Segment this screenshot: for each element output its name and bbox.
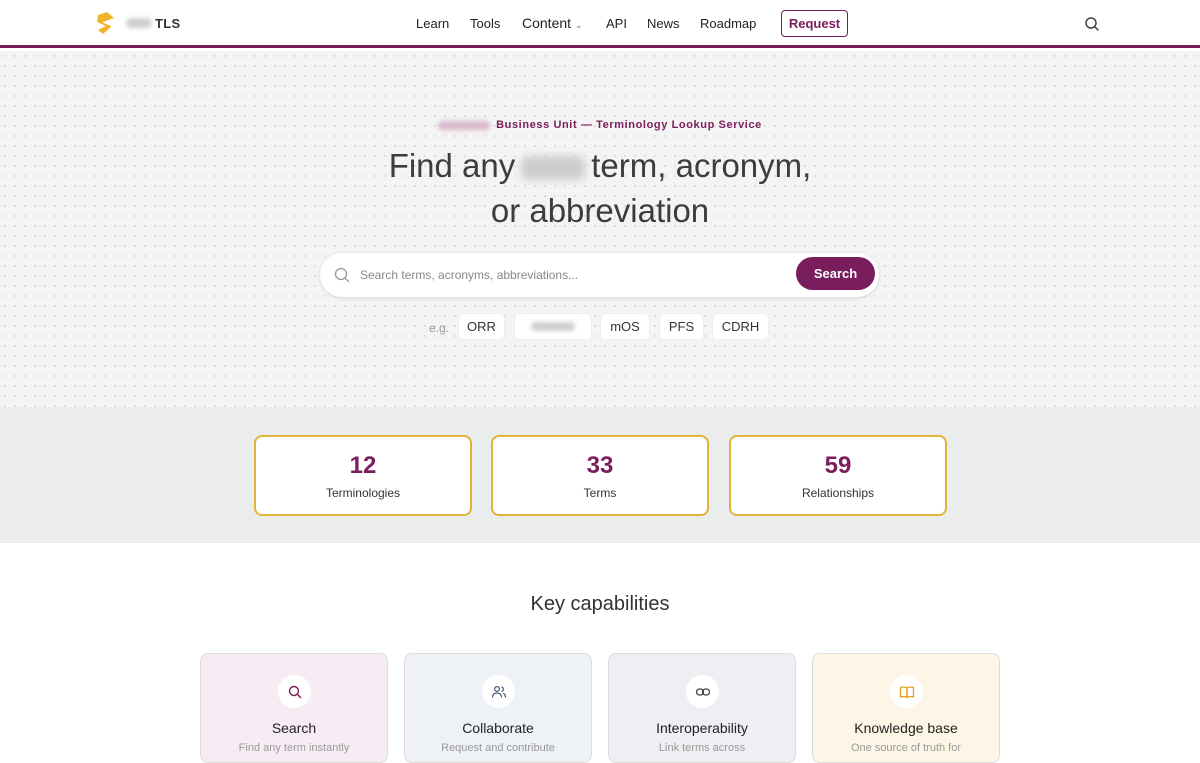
capability-card-search[interactable]: Search Find any term instantly [200, 653, 388, 763]
example-chip-pfs[interactable]: PFS [659, 313, 704, 340]
search-button[interactable]: Search [796, 257, 875, 290]
search-bar: Search terms, acronyms, abbreviations...… [320, 253, 879, 297]
capability-card-collaborate[interactable]: Collaborate Request and contribute [404, 653, 592, 763]
stat-value: 12 [349, 452, 377, 479]
stat-value: 33 [586, 452, 614, 479]
stat-value: 59 [824, 452, 852, 479]
stat-card-terminologies: 12 Terminologies [254, 435, 472, 516]
card-title: Interoperability [656, 720, 748, 736]
book-icon [899, 685, 914, 698]
card-subtitle: One source of truth for [850, 742, 962, 754]
hero-eyebrow: Business Unit — Terminology Lookup Servi… [0, 119, 1200, 131]
stat-label: Relationships [801, 486, 875, 500]
title-part1: Find any [388, 147, 516, 184]
search-icon [288, 685, 301, 698]
main-nav: Learn Tools Content ⌄ API News Roadmap [0, 0, 1200, 48]
stat-card-relationships: 59 Relationships [729, 435, 947, 516]
nav-roadmap[interactable]: Roadmap [700, 16, 756, 31]
card-title: Collaborate [462, 720, 534, 736]
stat-label: Terminologies [325, 486, 401, 500]
title-part2: term, acronym, [591, 147, 812, 184]
top-header: TLS Learn Tools Content ⌄ API News Roadma… [0, 0, 1200, 48]
nav-news[interactable]: News [647, 16, 680, 31]
capabilities-title: Key capabilities [530, 593, 670, 615]
title-line2: or abbreviation [490, 192, 710, 229]
examples-label: e.g. [429, 321, 450, 335]
chevron-down-icon: ⌄ [575, 20, 583, 30]
example-chip-orr[interactable]: ORR [458, 313, 505, 340]
eyebrow-text: Business Unit — Terminology Lookup Servi… [496, 119, 762, 131]
card-subtitle: Request and contribute [441, 742, 555, 754]
example-chip-redacted[interactable] [514, 313, 592, 340]
card-title: Search [271, 720, 317, 736]
chip-redacted [531, 322, 575, 331]
link-icon [695, 687, 710, 696]
hero-section: Business Unit — Terminology Lookup Servi… [0, 51, 1200, 407]
hero-title: Find any term, acronym, or abbreviation [0, 143, 1200, 233]
card-subtitle: Find any term instantly [238, 742, 350, 754]
title-redacted [521, 156, 586, 181]
example-chip-mos[interactable]: mOS [600, 313, 650, 340]
card-title: Knowledge base [854, 720, 958, 736]
card-icon-wrap [890, 675, 923, 708]
card-icon-wrap [686, 675, 719, 708]
card-icon-wrap [278, 675, 311, 708]
example-chip-cdrh[interactable]: CDRH [712, 313, 769, 340]
search-icon[interactable] [1083, 15, 1101, 33]
stats-section: 12 Terminologies 33 Terms 59 Relationshi… [0, 407, 1200, 543]
example-chips: e.g. ORR mOS PFS CDRH [0, 313, 1200, 341]
search-icon [334, 267, 350, 283]
capability-card-knowledge-base[interactable]: Knowledge base One source of truth for [812, 653, 1000, 763]
people-icon [491, 685, 506, 698]
nav-learn[interactable]: Learn [416, 16, 449, 31]
nav-api[interactable]: API [606, 16, 627, 31]
card-subtitle: Link terms across [658, 742, 746, 754]
request-button[interactable]: Request [781, 10, 848, 37]
nav-content-label: Content [522, 15, 572, 31]
eyebrow-redacted [438, 120, 491, 130]
capability-card-interoperability[interactable]: Interoperability Link terms across [608, 653, 796, 763]
stat-label: Terms [583, 486, 617, 500]
search-input[interactable]: Search terms, acronyms, abbreviations... [360, 268, 578, 282]
nav-tools[interactable]: Tools [470, 16, 500, 31]
nav-content[interactable]: Content ⌄ [522, 15, 583, 31]
stat-card-terms: 33 Terms [491, 435, 709, 516]
card-icon-wrap [482, 675, 515, 708]
